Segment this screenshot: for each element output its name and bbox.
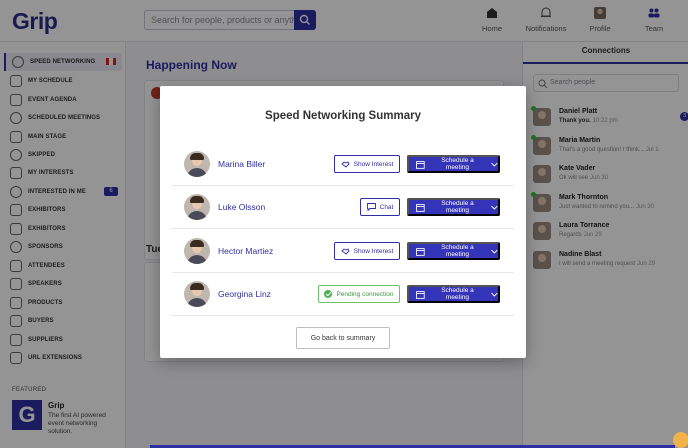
show-interest-button[interactable]: Show Interest	[334, 155, 400, 173]
schedule-meeting-button[interactable]: Schedule a meeting	[407, 242, 500, 260]
show-interest-label: Show Interest	[353, 160, 394, 168]
summary-row: Hector Martiez Show Interest Schedule a …	[172, 230, 514, 273]
summary-row: Marina Biller Show Interest Schedule a m…	[172, 143, 514, 186]
person-name[interactable]: Marina Biller	[218, 159, 265, 169]
person-name[interactable]: Hector Martiez	[218, 246, 273, 256]
schedule-meeting-label: Schedule a meeting	[441, 287, 474, 301]
pending-connection-label: Pending connection	[336, 290, 394, 298]
go-back-to-summary-button[interactable]: Go back to summary	[296, 327, 390, 349]
avatar	[184, 151, 210, 177]
calendar-icon	[416, 247, 425, 256]
schedule-meeting-label: Schedule a meeting	[441, 200, 474, 214]
calendar-icon	[416, 290, 425, 299]
schedule-meeting-button[interactable]: Schedule a meeting	[407, 198, 500, 216]
show-interest-button[interactable]: Show Interest	[334, 242, 400, 260]
help-chat-icon[interactable]	[673, 432, 688, 448]
check-circle-icon	[324, 290, 333, 298]
modal-title: Speed Networking Summary	[265, 110, 421, 122]
chevron-down-icon	[491, 249, 498, 254]
summary-row: Georgina Linz Pending connection Schedul…	[172, 273, 514, 316]
chevron-down-icon	[491, 162, 498, 167]
calendar-icon	[416, 203, 425, 212]
chevron-down-icon	[491, 292, 498, 297]
chat-label: Chat	[379, 203, 394, 211]
avatar	[184, 281, 210, 307]
chat-button[interactable]: Chat	[360, 198, 400, 216]
show-interest-label: Show Interest	[353, 247, 394, 255]
pending-connection-button[interactable]: Pending connection	[318, 285, 400, 303]
schedule-meeting-button[interactable]: Schedule a meeting	[407, 285, 500, 303]
chat-icon	[366, 203, 376, 211]
handshake-icon	[340, 248, 350, 255]
person-name[interactable]: Georgina Linz	[218, 289, 271, 299]
handshake-icon	[340, 161, 350, 168]
avatar	[184, 194, 210, 220]
calendar-icon	[416, 160, 425, 169]
schedule-meeting-label: Schedule a meeting	[441, 244, 474, 258]
schedule-meeting-button[interactable]: Schedule a meeting	[407, 155, 500, 173]
person-name[interactable]: Luke Olsson	[218, 202, 265, 212]
avatar	[184, 238, 210, 264]
schedule-meeting-label: Schedule a meeting	[441, 157, 474, 171]
summary-row: Luke Olsson Chat Schedule a meeting	[172, 186, 514, 229]
chevron-down-icon	[491, 205, 498, 210]
speed-networking-summary-modal: Speed Networking Summary Marina Biller S…	[160, 86, 526, 358]
